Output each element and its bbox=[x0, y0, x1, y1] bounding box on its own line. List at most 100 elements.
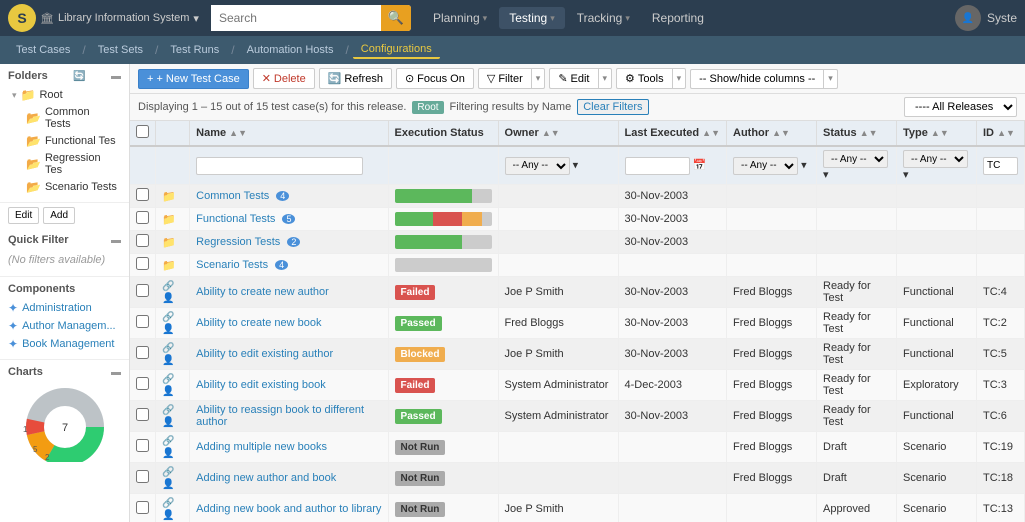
id-filter-input[interactable] bbox=[983, 157, 1018, 175]
row-icon-cell: 🔗 👤 bbox=[156, 277, 190, 308]
last-executed-cell bbox=[618, 494, 726, 522]
type-filter-select[interactable]: -- Any -- bbox=[903, 150, 968, 168]
subnav-test-runs[interactable]: Test Runs bbox=[162, 42, 227, 58]
refresh-button[interactable]: 🔄 Refresh bbox=[319, 68, 392, 89]
component-author-management[interactable]: ✦ Author Managem... bbox=[8, 317, 121, 335]
edit-button[interactable]: ✎ Edit bbox=[549, 68, 597, 89]
status-header[interactable]: Status ▲▼ bbox=[817, 121, 897, 146]
svg-text:1: 1 bbox=[23, 425, 28, 434]
nav-testing[interactable]: Testing ▾ bbox=[499, 7, 565, 29]
nav-reporting[interactable]: Reporting bbox=[642, 7, 714, 29]
owner-filter-select[interactable]: -- Any -- bbox=[505, 157, 570, 175]
tools-button[interactable]: ⚙ Tools bbox=[616, 68, 672, 89]
search-input[interactable] bbox=[211, 5, 381, 31]
row-icon-cell: 🔗 👤 bbox=[156, 432, 190, 463]
show-hide-columns-button[interactable]: -- Show/hide columns -- bbox=[690, 69, 823, 89]
test-name-link[interactable]: Adding new book and author to library bbox=[196, 503, 381, 515]
test-name-link[interactable]: Adding new author and book bbox=[196, 472, 381, 484]
folders-title: Folders 🔄 ▬ bbox=[8, 70, 121, 82]
add-button[interactable]: Add bbox=[43, 207, 75, 224]
table-header-row: Name ▲▼ Execution Status Owner ▲▼ Last E… bbox=[130, 121, 1025, 146]
folder-badge: 4 bbox=[275, 260, 288, 270]
tree-scenario-tests[interactable]: 📂 Scenario Tests bbox=[22, 178, 121, 196]
date-filter-input[interactable] bbox=[625, 157, 690, 175]
clear-filters-button[interactable]: Clear Filters bbox=[577, 99, 648, 115]
tree-functional-tests[interactable]: 📂 Functional Tes bbox=[22, 132, 121, 150]
edit-dropdown-button[interactable]: ▾ bbox=[598, 68, 613, 89]
folder-name-link[interactable]: Common Tests 4 bbox=[196, 190, 381, 202]
table-row: 🔗 👤 Adding multiple new books Not Run Fr… bbox=[130, 432, 1025, 463]
owner-header[interactable]: Owner ▲▼ bbox=[498, 121, 618, 146]
row-checkbox[interactable] bbox=[136, 470, 149, 483]
folder-icon: 📁 bbox=[162, 214, 176, 226]
refresh-icon[interactable]: 🔄 bbox=[73, 71, 85, 82]
id-header[interactable]: ID ▲▼ bbox=[977, 121, 1025, 146]
nav-tracking[interactable]: Tracking ▾ bbox=[567, 7, 640, 29]
subnav-automation-hosts[interactable]: Automation Hosts bbox=[239, 42, 342, 58]
row-name-cell: Ability to create new author bbox=[190, 277, 388, 308]
svg-text:2: 2 bbox=[45, 453, 50, 462]
row-checkbox[interactable] bbox=[136, 315, 149, 328]
row-checkbox[interactable] bbox=[136, 377, 149, 390]
row-checkbox[interactable] bbox=[136, 257, 149, 270]
charts-collapse-icon[interactable]: ▬ bbox=[111, 367, 121, 378]
test-name-link[interactable]: Ability to create new book bbox=[196, 317, 381, 329]
new-test-case-button[interactable]: + + New Test Case bbox=[138, 69, 249, 89]
delete-button[interactable]: ✕ Delete bbox=[253, 68, 315, 89]
row-checkbox[interactable] bbox=[136, 501, 149, 514]
search-button[interactable]: 🔍 bbox=[381, 5, 411, 31]
last-executed-header[interactable]: Last Executed ▲▼ bbox=[618, 121, 726, 146]
component-administration[interactable]: ✦ Administration bbox=[8, 299, 121, 317]
row-checkbox-cell bbox=[130, 432, 156, 463]
subnav-test-cases[interactable]: Test Cases bbox=[8, 42, 78, 58]
execution-status-header[interactable]: Execution Status bbox=[388, 121, 498, 146]
status-filter-select[interactable]: -- Any -- bbox=[823, 150, 888, 168]
row-checkbox[interactable] bbox=[136, 188, 149, 201]
focus-on-button[interactable]: ⊙ Focus On bbox=[396, 68, 474, 89]
filter-button[interactable]: ▽ Filter bbox=[478, 68, 531, 89]
type-cell: Functional bbox=[897, 308, 977, 339]
filter-dropdown-button[interactable]: ▾ bbox=[531, 68, 546, 89]
component-book-management[interactable]: ✦ Book Management bbox=[8, 335, 121, 353]
test-name-link[interactable]: Ability to edit existing book bbox=[196, 379, 381, 391]
folder-name-link[interactable]: Functional Tests 5 bbox=[196, 213, 381, 225]
row-checkbox-cell bbox=[130, 208, 156, 231]
folder-icon: 📁 bbox=[162, 260, 176, 272]
show-hide-dropdown-button[interactable]: ▾ bbox=[823, 69, 838, 89]
test-name-link[interactable]: Ability to edit existing author bbox=[196, 348, 381, 360]
row-exec-status-cell: Failed bbox=[388, 370, 498, 401]
folder-name-link[interactable]: Regression Tests 2 bbox=[196, 236, 381, 248]
author-filter-select[interactable]: -- Any -- bbox=[733, 157, 798, 175]
test-name-link[interactable]: Ability to reassign book to different au… bbox=[196, 404, 381, 428]
tree-common-tests[interactable]: 📂 Common Tests bbox=[22, 104, 121, 132]
test-name-link[interactable]: Ability to create new author bbox=[196, 286, 381, 298]
type-cell: Scenario bbox=[897, 463, 977, 494]
search-box[interactable]: 🔍 bbox=[211, 5, 411, 31]
row-checkbox[interactable] bbox=[136, 211, 149, 224]
name-filter-input[interactable] bbox=[196, 157, 363, 175]
author-header[interactable]: Author ▲▼ bbox=[727, 121, 817, 146]
row-checkbox[interactable] bbox=[136, 408, 149, 421]
subnav-test-sets[interactable]: Test Sets bbox=[90, 42, 151, 58]
id-cell: TC:6 bbox=[977, 401, 1025, 432]
folder-name-link[interactable]: Scenario Tests 4 bbox=[196, 259, 381, 271]
tree-regression-tests[interactable]: 📂 Regression Tes bbox=[22, 150, 121, 178]
row-checkbox[interactable] bbox=[136, 234, 149, 247]
filter-text: Filtering results by Name bbox=[450, 101, 572, 113]
select-all-checkbox[interactable] bbox=[136, 125, 149, 138]
tools-dropdown-button[interactable]: ▾ bbox=[672, 68, 687, 89]
nav-planning[interactable]: Planning ▾ bbox=[423, 7, 497, 29]
edit-button[interactable]: Edit bbox=[8, 207, 39, 224]
collapse-icon[interactable]: ▬ bbox=[111, 71, 121, 82]
displaying-text: Displaying 1 – 15 out of 15 test case(s)… bbox=[138, 101, 406, 113]
row-checkbox[interactable] bbox=[136, 346, 149, 359]
name-header[interactable]: Name ▲▼ bbox=[190, 121, 388, 146]
tree-root[interactable]: ▾ 📁 Root bbox=[8, 86, 121, 104]
subnav-configurations[interactable]: Configurations bbox=[353, 41, 440, 59]
quick-filter-collapse-icon[interactable]: ▬ bbox=[111, 235, 121, 246]
row-checkbox[interactable] bbox=[136, 439, 149, 452]
test-name-link[interactable]: Adding multiple new books bbox=[196, 441, 381, 453]
all-releases-select[interactable]: ---- All Releases bbox=[904, 97, 1017, 117]
type-header[interactable]: Type ▲▼ bbox=[897, 121, 977, 146]
row-checkbox[interactable] bbox=[136, 284, 149, 297]
